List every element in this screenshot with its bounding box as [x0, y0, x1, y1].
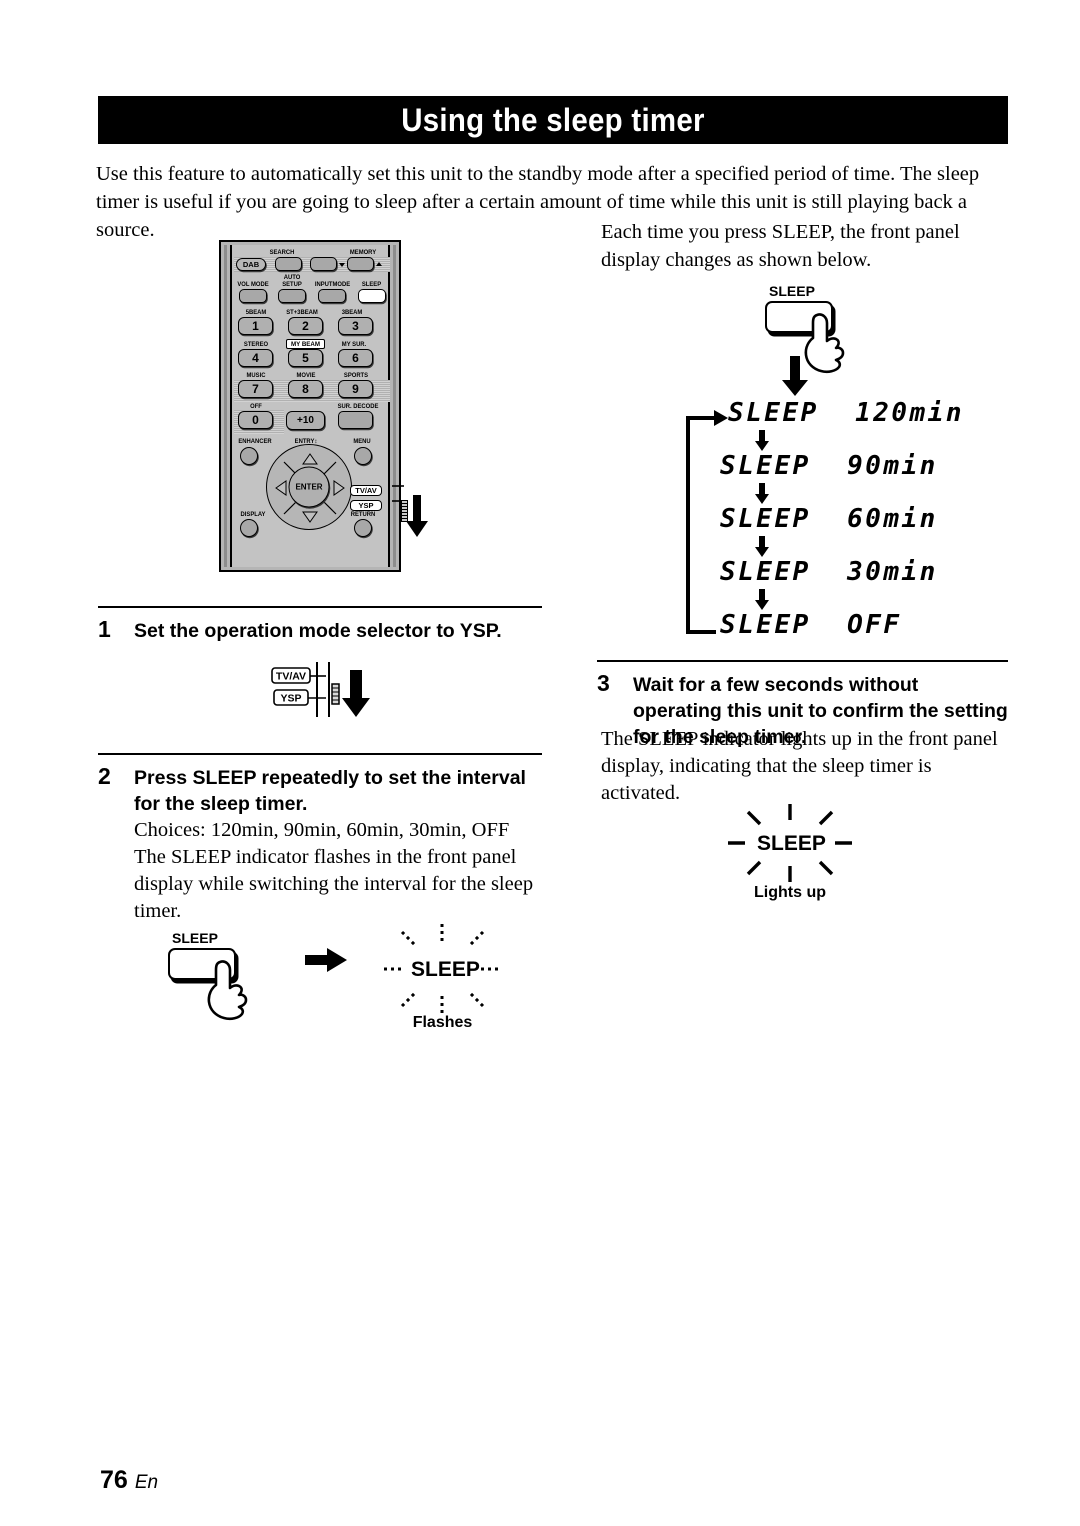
label-display: DISPLAY: [240, 511, 266, 518]
chevron-up-icon: [376, 262, 382, 266]
pointing-hand-icon: [207, 960, 248, 1021]
button-num-7[interactable]: 7: [238, 380, 273, 398]
svg-text:YSP: YSP: [280, 693, 301, 705]
label-sleep: SLEEP: [361, 281, 382, 288]
label-memory: MEMORY: [349, 249, 377, 256]
remote-control-figure: SEARCH MEMORY DAB VOL MODE AUTO SETUP IN…: [219, 240, 401, 572]
flow-item-1: SLEEP 90min: [720, 451, 938, 481]
manual-page: Using the sleep timer Use this feature t…: [0, 0, 1080, 1526]
button-search[interactable]: [275, 257, 302, 271]
button-enter[interactable]: ENTER: [288, 466, 330, 508]
button-num-0[interactable]: 0: [238, 411, 273, 429]
label-setup: SETUP: [282, 281, 302, 288]
button-menu[interactable]: [354, 447, 372, 465]
dpad-ring[interactable]: ENTER: [266, 444, 352, 530]
step-2-divider: [98, 753, 542, 756]
sleep-indicator-flashes: SLEEP Flashes: [380, 918, 505, 1031]
flow-arrow-3-icon: [755, 589, 769, 610]
button-display[interactable]: [240, 519, 258, 537]
step-3-number: 3: [597, 670, 610, 696]
flow-item-3: SLEEP 30min: [720, 557, 938, 587]
step-1-number: 1: [98, 616, 111, 642]
flow-item-0: SLEEP 120min: [728, 398, 964, 428]
flow-arrow-2-icon: [755, 536, 769, 557]
label-stereo: STEREO: [243, 341, 269, 348]
label-enhancer: ENHANCER: [238, 438, 272, 445]
label-menu: MENU: [353, 438, 371, 445]
pointing-hand-icon-top: [804, 313, 845, 374]
lights-up-caption: Lights up: [754, 884, 826, 901]
remote-label-tv-av: TV/AV: [350, 485, 382, 496]
button-sur-decode[interactable]: [338, 411, 373, 429]
label-3beam: 3BEAM: [341, 309, 363, 316]
label-return: RETURN: [350, 511, 376, 518]
label-search: SEARCH: [269, 249, 295, 256]
flow-item-2: SLEEP 60min: [720, 504, 938, 534]
label-off: OFF: [250, 403, 262, 410]
button-auto-setup[interactable]: [278, 289, 306, 303]
label-my-beam: MY BEAM: [286, 339, 325, 349]
remote-pointer-arrow-icon: [406, 495, 428, 537]
label-vol-mode: VOL MODE: [237, 281, 269, 288]
page-header-bar: Using the sleep timer: [98, 96, 1008, 144]
step-1-title: Set the operation mode selector to YSP.: [134, 620, 502, 642]
label-music: MUSIC: [246, 372, 266, 379]
button-num-9[interactable]: 9: [338, 380, 373, 398]
right-column-intro: Each time you press SLEEP, the front pan…: [601, 221, 960, 271]
step-2-body: Choices: 120min, 90min, 60min, 30min, OF…: [134, 819, 534, 922]
flashes-caption: Flashes: [412, 1014, 473, 1031]
button-num-3[interactable]: 3: [338, 317, 373, 335]
flow-arrow-1-icon: [755, 483, 769, 504]
button-enhancer[interactable]: [240, 447, 258, 465]
remote-button-grid: SEARCH MEMORY DAB VOL MODE AUTO SETUP IN…: [234, 248, 390, 564]
button-plus-10[interactable]: +10: [286, 411, 325, 430]
arrow-right-icon-flashes: [305, 948, 347, 972]
footer-page-number: 76: [100, 1466, 128, 1494]
step-3-divider: [597, 660, 1008, 663]
label-my-sur: MY SUR.: [341, 341, 367, 348]
step-1-divider: [98, 606, 542, 609]
button-sleep[interactable]: [358, 289, 386, 303]
sleep-indicator-text-flashes: SLEEP: [411, 958, 480, 981]
label-auto: AUTO: [283, 274, 301, 281]
sleep-key-label-top: SLEEP: [769, 283, 815, 299]
svg-text:TV/AV: TV/AV: [276, 671, 306, 683]
mode-selector-drawing: TV/AV YSP: [271, 662, 370, 717]
page-title: Using the sleep timer: [401, 101, 705, 138]
label-input-mode: INPUTMODE: [314, 281, 351, 288]
button-num-4[interactable]: 4: [238, 349, 273, 367]
button-num-1[interactable]: 1: [238, 317, 273, 335]
sleep-indicator-lights-up: SLEEP Lights up: [722, 800, 858, 910]
button-num-8[interactable]: 8: [288, 380, 323, 398]
button-preset-down[interactable]: [310, 257, 337, 271]
button-vol-mode[interactable]: [239, 289, 267, 303]
label-sur-decode: SUR. DECODE: [337, 403, 379, 410]
label-st3beam: ST+3BEAM: [286, 309, 318, 316]
label-sports: SPORTS: [343, 372, 369, 379]
step-2-title: Press SLEEP repeatedly to set the interv…: [134, 767, 526, 815]
flow-arrow-0-icon: [755, 430, 769, 451]
chevron-down-icon: [339, 263, 345, 267]
page-footer: 76 En: [100, 1466, 158, 1495]
button-input-mode[interactable]: [318, 289, 346, 303]
button-return[interactable]: [354, 519, 372, 537]
label-5beam: 5BEAM: [245, 309, 267, 316]
sleep-indicator-text-lights-up: SLEEP: [757, 832, 826, 855]
button-dab[interactable]: DAB: [236, 258, 266, 271]
button-num-2[interactable]: 2: [288, 317, 323, 335]
flow-item-4: SLEEP OFF: [720, 610, 902, 640]
step-2-number: 2: [98, 763, 111, 789]
button-num-6[interactable]: 6: [338, 349, 373, 367]
button-num-5[interactable]: 5: [288, 349, 323, 367]
mode-selector-figure: TV/AV YSP: [270, 662, 390, 728]
footer-language: En: [134, 1472, 159, 1493]
arrow-down-icon-top: [782, 356, 808, 396]
step-3-body: The SLEEP indicator lights up in the fro…: [601, 728, 998, 804]
button-preset-up[interactable]: [347, 257, 374, 271]
remote-left-edge: [224, 245, 227, 567]
label-movie: MOVIE: [296, 372, 316, 379]
sleep-key-label-flashes: SLEEP: [172, 930, 218, 946]
remote-label-ysp: YSP: [350, 500, 382, 511]
